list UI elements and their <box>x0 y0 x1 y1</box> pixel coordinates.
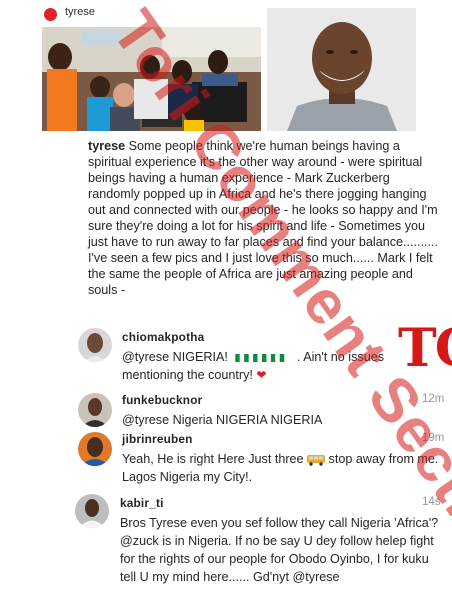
comment-text: Bros Tyrese even you sef follow they cal… <box>120 514 445 586</box>
nigeria-flag-icon <box>231 350 297 364</box>
comment-text-part: is in Nigeria. If no be say U dey follow… <box>120 534 434 584</box>
comment-timestamp: 14s <box>422 496 441 508</box>
commenter-avatar[interactable] <box>78 328 112 362</box>
comment-username[interactable]: funkebucknor <box>122 393 202 407</box>
comment-text-part: Yeah, He is right Here Just three <box>122 452 304 466</box>
post-author-username[interactable]: tyrese <box>65 6 95 18</box>
comment-username[interactable]: chiomakpotha <box>122 330 204 344</box>
comment-text: Yeah, He is right Here Just three stop a… <box>122 450 442 486</box>
comment-text-part: Bros Tyrese even you sef follow they cal… <box>120 516 439 530</box>
commenter-avatar[interactable] <box>78 393 112 427</box>
comment-timestamp: 19m <box>422 432 445 444</box>
comment-mention[interactable]: @zuck <box>120 534 159 548</box>
caption-username[interactable]: tyrese <box>88 139 125 153</box>
caption-text: Some people think we're human beings hav… <box>88 139 439 297</box>
commenter-avatar[interactable] <box>75 494 109 528</box>
commenter-avatar[interactable] <box>78 432 112 466</box>
comment-mention[interactable]: @tyrese <box>122 350 169 364</box>
comment-text: @tyrese Nigeria NIGERIA NIGERIA <box>122 411 442 429</box>
comment-username[interactable]: kabir_ti <box>120 496 164 510</box>
comment-text: @tyrese NIGERIA! . Ain't no issues menti… <box>122 348 442 384</box>
heart-icon: ❤ <box>256 368 267 382</box>
comment-mention[interactable]: @tyrese <box>122 413 169 427</box>
post-photo-group <box>42 27 261 131</box>
comment-username[interactable]: jibrinreuben <box>122 432 193 446</box>
post-caption: tyrese Some people think we're human bei… <box>88 138 444 298</box>
tc-logo: TC <box>398 318 452 379</box>
post-photo-portrait <box>267 8 416 131</box>
comment-text-part: NIGERIA! <box>172 350 228 364</box>
profile-avatar-icon[interactable] <box>44 8 57 21</box>
comment-timestamp: 12m <box>422 393 445 405</box>
comment-text-part: Nigeria NIGERIA NIGERIA <box>172 413 323 427</box>
bus-icon <box>307 452 329 466</box>
comment-mention[interactable]: @tyrese <box>292 570 339 584</box>
